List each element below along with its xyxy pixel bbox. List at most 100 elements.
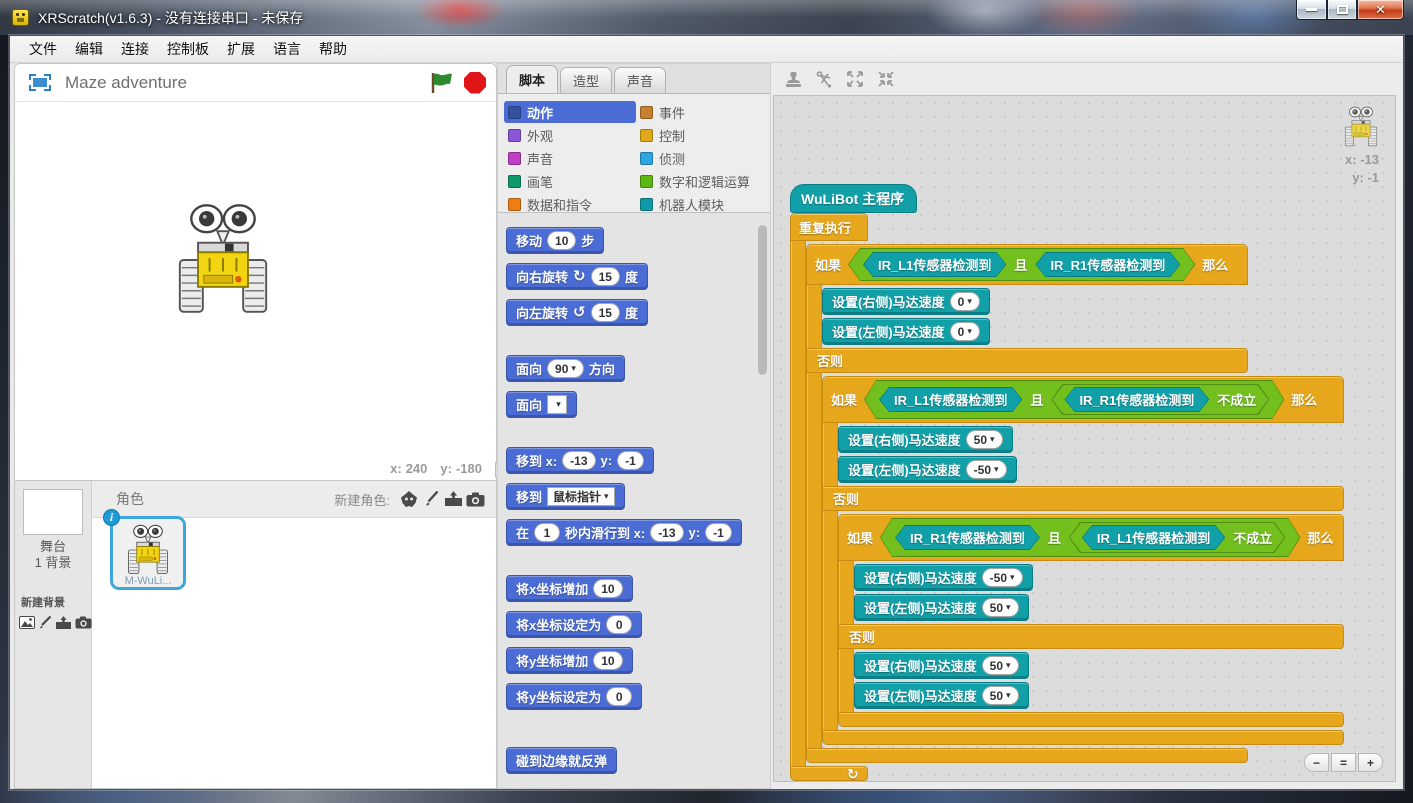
category-pen[interactable]: 画笔 [504, 170, 636, 192]
tab-scripts[interactable]: 脚本 [506, 65, 558, 93]
if-else-block-1[interactable]: 如果 IR_L1传感器检测到 且 IR_R1传感器检测到 那么 [806, 244, 1344, 763]
speed-dropdown[interactable]: 50 [982, 598, 1019, 617]
and-operator-block[interactable]: IR_R1传感器检测到 且 IR_L1传感器检测到 不成立 [880, 518, 1300, 557]
new-sprite-from-library-icon[interactable] [398, 489, 420, 509]
minimize-button[interactable] [1296, 0, 1327, 20]
category-sound[interactable]: 声音 [504, 147, 636, 169]
script-canvas[interactable]: x: -13 y: -1 WuLiBot 主程序 重复执行 [773, 95, 1396, 782]
y-value[interactable]: -1 [617, 451, 644, 470]
block-goto-mouse[interactable]: 移到鼠标指针 [506, 483, 625, 510]
backdrop-from-library-icon[interactable] [19, 613, 35, 633]
not-operator-block[interactable]: IR_R1传感器检测到 不成立 [1051, 384, 1269, 415]
menu-edit[interactable]: 编辑 [66, 36, 112, 62]
and-operator-block[interactable]: IR_L1传感器检测到 且 IR_R1传感器检测到 不成立 [864, 380, 1284, 419]
maximize-button[interactable] [1327, 0, 1357, 20]
speed-dropdown[interactable]: 50 [982, 656, 1019, 675]
menu-connect[interactable]: 连接 [112, 36, 158, 62]
scissors-delete-icon[interactable] [814, 69, 834, 89]
steps-value[interactable]: 10 [547, 231, 576, 250]
category-sensing[interactable]: 侦测 [636, 147, 768, 169]
menu-extensions[interactable]: 扩展 [218, 36, 264, 62]
not-operator-block[interactable]: IR_L1传感器检测到 不成立 [1069, 522, 1285, 553]
tab-costumes[interactable]: 造型 [560, 67, 612, 93]
set-right-motor-block[interactable]: 设置(右侧)马达速度-50 [854, 564, 1033, 591]
degrees-value[interactable]: 15 [591, 267, 620, 286]
tab-sounds[interactable]: 声音 [614, 67, 666, 93]
script-stack[interactable]: WuLiBot 主程序 重复执行 如果 IR_L1传感器检测到 [790, 184, 1344, 781]
stamp-duplicate-icon[interactable] [783, 69, 803, 89]
block-turn-right[interactable]: 向右旋转↻15度 [506, 263, 648, 290]
block-palette[interactable]: 移动10步 向右旋转↻15度 向左旋转↺15度 面向90方向 面向 移到 x:-… [498, 212, 770, 788]
if-else-block-2[interactable]: 如果 IR_L1传感器检测到 且 IR_R1传感器检测到 不成立 [822, 376, 1344, 745]
sensor-ir-l1-block[interactable]: IR_L1传感器检测到 [879, 387, 1022, 412]
stage-canvas[interactable] [15, 102, 496, 456]
y-value[interactable]: -1 [705, 523, 732, 542]
set-left-motor-block[interactable]: 设置(左侧)马达速度50 [854, 594, 1029, 621]
block-turn-left[interactable]: 向左旋转↺15度 [506, 299, 648, 326]
x-value[interactable]: -13 [562, 451, 595, 470]
delta-y-value[interactable]: 10 [593, 651, 622, 670]
sensor-ir-l1-block[interactable]: IR_L1传感器检测到 [863, 252, 1006, 277]
block-point-towards[interactable]: 面向 [506, 391, 577, 418]
camera-backdrop-icon[interactable] [75, 613, 92, 633]
block-change-y[interactable]: 将y坐标增加10 [506, 647, 633, 674]
set-left-motor-block[interactable]: 设置(左侧)马达速度50 [854, 682, 1029, 709]
seconds-value[interactable]: 1 [534, 523, 560, 542]
grow-sprite-icon[interactable] [845, 69, 865, 89]
sensor-ir-r1-block[interactable]: IR_R1传感器检测到 [895, 525, 1040, 550]
menu-help[interactable]: 帮助 [310, 36, 356, 62]
menu-board[interactable]: 控制板 [158, 36, 218, 62]
delta-x-value[interactable]: 10 [593, 579, 622, 598]
zoom-out-button[interactable]: − [1304, 753, 1329, 772]
paint-new-sprite-icon[interactable] [420, 489, 442, 509]
goto-target-dropdown[interactable]: 鼠标指针 [547, 487, 615, 506]
block-set-y[interactable]: 将y坐标设定为0 [506, 683, 642, 710]
stage-thumbnail[interactable] [23, 489, 83, 535]
block-glide-to-xy[interactable]: 在1秒内滑行到 x:-13y:-1 [506, 519, 742, 546]
block-point-in-direction[interactable]: 面向90方向 [506, 355, 625, 382]
sprite-card-mwulibot[interactable]: i M-WuLi... [110, 516, 186, 590]
x-value[interactable]: -13 [650, 523, 683, 542]
block-goto-xy[interactable]: 移到 x:-13y:-1 [506, 447, 654, 474]
set-left-motor-block[interactable]: 设置(左侧)马达速度-50 [838, 456, 1017, 483]
robot-sprite[interactable] [175, 202, 271, 318]
set-right-motor-block[interactable]: 设置(右侧)马达速度50 [854, 652, 1029, 679]
point-towards-dropdown[interactable] [547, 395, 567, 414]
menu-file[interactable]: 文件 [20, 36, 66, 62]
speed-dropdown[interactable]: 50 [966, 430, 1003, 449]
category-events[interactable]: 事件 [636, 101, 768, 123]
speed-dropdown[interactable]: -50 [966, 460, 1007, 479]
stop-button[interactable] [464, 72, 486, 94]
upload-backdrop-icon[interactable] [55, 613, 72, 633]
shrink-sprite-icon[interactable] [876, 69, 896, 89]
set-right-motor-block[interactable]: 设置(右侧)马达速度0 [822, 288, 990, 315]
block-set-x[interactable]: 将x坐标设定为0 [506, 611, 642, 638]
set-right-motor-block[interactable]: 设置(右侧)马达速度50 [838, 426, 1013, 453]
zoom-reset-button[interactable]: = [1331, 753, 1356, 772]
menu-language[interactable]: 语言 [264, 36, 310, 62]
block-change-x[interactable]: 将x坐标增加10 [506, 575, 633, 602]
set-x-value[interactable]: 0 [606, 615, 632, 634]
if-else-block-3[interactable]: 如果 IR_R1传感器检测到 且 IR_L1传感器检测到 [838, 514, 1344, 727]
category-control[interactable]: 控制 [636, 124, 768, 146]
fullscreen-icon[interactable] [29, 74, 51, 91]
direction-dropdown[interactable]: 90 [547, 359, 584, 378]
zoom-in-button[interactable]: + [1358, 753, 1383, 772]
sensor-ir-r1-block[interactable]: IR_R1传感器检测到 [1064, 387, 1209, 412]
camera-new-sprite-icon[interactable] [464, 489, 486, 509]
degrees-value[interactable]: 15 [591, 303, 620, 322]
block-bounce-on-edge[interactable]: 碰到边缘就反弹 [506, 747, 617, 774]
block-move-steps[interactable]: 移动10步 [506, 227, 604, 254]
category-operators[interactable]: 数字和逻辑运算 [636, 170, 768, 192]
category-motion[interactable]: 动作 [504, 101, 636, 123]
green-flag-button[interactable] [430, 72, 454, 94]
speed-dropdown[interactable]: 0 [950, 322, 980, 341]
sensor-ir-l1-block[interactable]: IR_L1传感器检测到 [1082, 525, 1225, 550]
speed-dropdown[interactable]: -50 [982, 568, 1023, 587]
set-y-value[interactable]: 0 [606, 687, 632, 706]
sensor-ir-r1-block[interactable]: IR_R1传感器检测到 [1035, 252, 1180, 277]
palette-scrollbar[interactable] [758, 225, 767, 375]
upload-sprite-icon[interactable] [442, 489, 464, 509]
close-button[interactable]: ✕ [1357, 0, 1404, 20]
sprite-info-badge[interactable]: i [103, 509, 120, 526]
